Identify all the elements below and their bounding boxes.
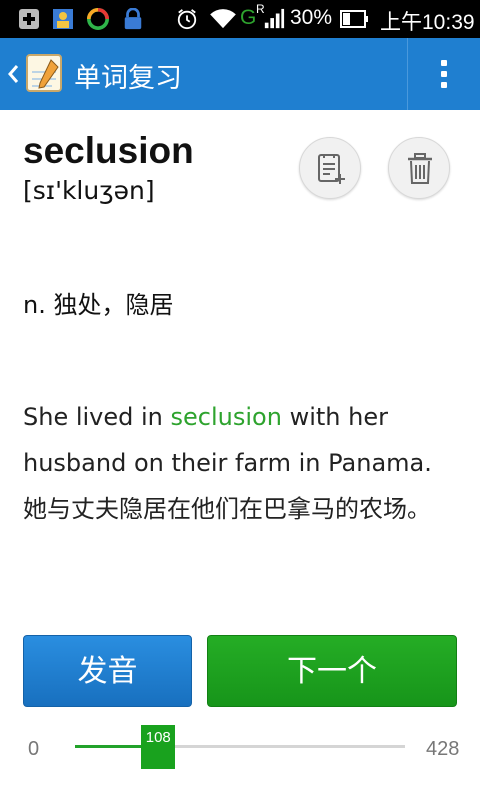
add-notification-icon: [19, 9, 39, 29]
progress-min-label: 0: [28, 738, 40, 760]
contacts-notification-icon: [53, 9, 73, 29]
back-chevron-icon[interactable]: [4, 56, 22, 92]
add-to-wordbook-button[interactable]: [299, 137, 361, 199]
example-sentence: She lived in seclusion with her husband …: [23, 394, 463, 486]
progress-track[interactable]: [75, 745, 405, 748]
network-type-label: G: [240, 6, 257, 29]
app-bar: 单词复习: [0, 38, 480, 110]
example-translation: 她与丈夫隐居在他们在巴拿马的农场。: [23, 495, 431, 523]
app-logo-icon: [26, 54, 62, 92]
add-note-icon: [318, 154, 345, 184]
progress-thumb[interactable]: 108: [141, 725, 176, 769]
lock-notification-icon: [124, 8, 142, 30]
battery-percent: 30%: [290, 6, 333, 29]
overflow-menu-icon[interactable]: [408, 38, 480, 110]
wifi-icon: [210, 9, 236, 29]
signal-icon: [264, 8, 285, 29]
example-highlighted-word: seclusion: [170, 403, 282, 431]
app-notification-icon: [87, 8, 109, 30]
clock: 上午10:39: [380, 11, 475, 34]
next-word-button[interactable]: 下一个: [207, 635, 457, 707]
word-phonetic: [sɪ'kluʒən]: [23, 176, 155, 205]
word-definition: n. 独处，隐居: [23, 291, 174, 319]
status-bar: G R 30% 上午10:39: [0, 0, 480, 38]
progress-max-label: 428: [426, 738, 460, 760]
battery-icon: [340, 10, 368, 28]
pronounce-button[interactable]: 发音: [23, 635, 192, 707]
example-text-before: She lived in: [23, 403, 171, 431]
trash-icon: [408, 153, 432, 184]
word-headword: seclusion: [23, 130, 194, 171]
delete-word-button[interactable]: [388, 137, 450, 199]
page-title: 单词复习: [74, 63, 182, 94]
alarm-icon: [177, 9, 197, 30]
